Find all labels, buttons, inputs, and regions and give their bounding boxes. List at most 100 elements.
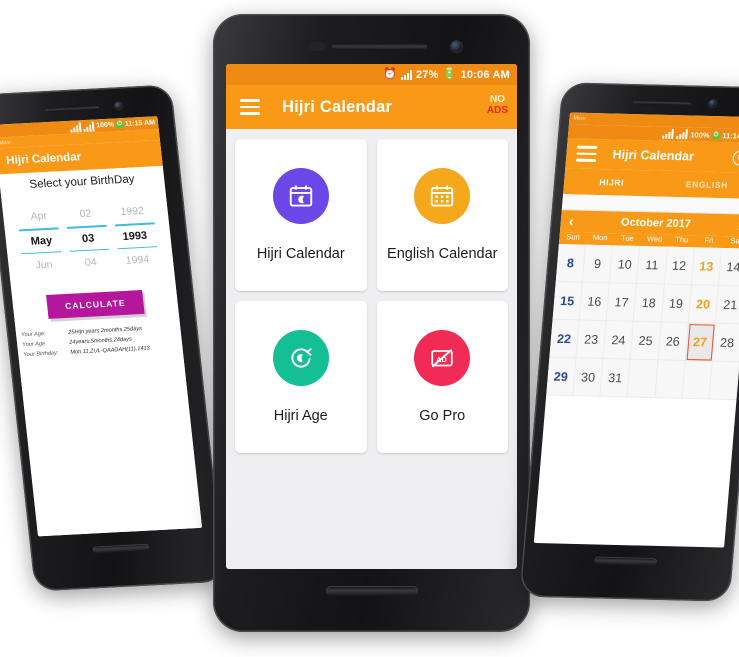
- center-app-bar: Hijri Calendar NO ADS: [226, 85, 517, 129]
- dow-fri: Fri: [704, 235, 714, 245]
- left-status-time: 11:15 AM: [124, 119, 156, 128]
- right-phone-speaker-grille: [594, 556, 657, 566]
- calendar-day-11[interactable]: 11: [637, 246, 668, 285]
- picker-month-selected[interactable]: May: [17, 234, 65, 248]
- left-notification-label: Miror: [0, 139, 12, 146]
- right-phone-mockup: Miror 100% ⏻ 11:14 AM Hijri Calendar ↻ H…: [519, 82, 739, 602]
- screenshot-stage: 100% ⏻ 11:15 AM Miror Hijri Calendar Sel…: [0, 0, 739, 657]
- dow-tue: Tue: [620, 233, 635, 243]
- picker-day-selected[interactable]: 03: [64, 231, 112, 245]
- center-phone-screen: ⏰ 27% 🔋 10:06 AM Hijri Calendar NO ADS H…: [226, 64, 517, 569]
- no-ads-button[interactable]: NO ADS: [487, 94, 508, 116]
- center-phone-speaker-grille: [326, 586, 418, 596]
- calendar-month-title: October 2017: [620, 216, 692, 231]
- calendar-day-23[interactable]: 23: [576, 320, 607, 359]
- alarm-icon: ⏰: [383, 68, 397, 80]
- card-label: Go Pro: [419, 408, 466, 424]
- card-hijri-age[interactable]: Hijri Age: [235, 301, 367, 453]
- calendar-day-16[interactable]: 16: [579, 282, 611, 322]
- calendar-day-31[interactable]: 31: [600, 358, 631, 398]
- card-go-pro[interactable]: AD Go Pro: [376, 301, 508, 453]
- calendar-day-24[interactable]: 24: [603, 321, 635, 360]
- no-ads-line1: NO: [489, 94, 505, 105]
- calendar-cell-empty: [654, 360, 686, 399]
- calendar-day-17[interactable]: 17: [606, 283, 638, 322]
- left-battery-percent: 100%: [95, 121, 115, 130]
- calendar-day-9[interactable]: 9: [582, 244, 614, 284]
- calendar-day-8[interactable]: 8: [555, 244, 587, 283]
- calendar-week-row: 29 30 31: [546, 357, 739, 401]
- signal-icon: [661, 128, 674, 139]
- calendar-day-18[interactable]: 18: [634, 283, 665, 323]
- chevron-left-icon[interactable]: ‹: [568, 213, 574, 230]
- dow-thu: Thu: [674, 234, 689, 245]
- result-key: Your Birthday:: [23, 350, 59, 359]
- hamburger-icon[interactable]: [575, 145, 598, 162]
- calendar-day-27[interactable]: 27: [685, 323, 716, 362]
- calendar-day-10[interactable]: 10: [610, 245, 641, 284]
- right-status-time: 11:14 AM: [721, 130, 739, 141]
- dow-sat: Sat: [730, 236, 739, 246]
- calendar-day-19[interactable]: 19: [661, 284, 692, 324]
- center-phone-proximity-sensor: [309, 42, 325, 51]
- card-label: English Calendar: [387, 246, 498, 262]
- calendar-week-row: 15 16 17 18 19 20 21: [552, 281, 739, 325]
- no-ads-line2: ADS: [486, 105, 508, 116]
- no-ads-icon: AD: [414, 330, 471, 386]
- calendar-grid: 8 9 10 11 12 13 14 15 16 17 18 19 20 21 22 23 24 25 26 27 28…: [546, 244, 739, 401]
- calendar-day-13[interactable]: 13: [691, 247, 722, 286]
- refresh-icon[interactable]: ↻: [732, 149, 739, 166]
- tab-hijri[interactable]: HIJRI: [564, 176, 660, 188]
- card-hijri-calendar[interactable]: Hijri Calendar: [235, 139, 367, 291]
- picker-month-below[interactable]: Jun: [20, 258, 68, 272]
- center-status-bar: ⏰ 27% 🔋 10:06 AM: [226, 64, 517, 85]
- calendar-day-26[interactable]: 26: [658, 322, 689, 361]
- right-phone-screen: Miror 100% ⏻ 11:14 AM Hijri Calendar ↻ H…: [533, 112, 739, 548]
- tab-english[interactable]: ENGLISH: [659, 179, 739, 191]
- calendar-cell-empty: [709, 361, 739, 401]
- right-app-title: Hijri Calendar: [611, 147, 695, 164]
- birthday-date-picker[interactable]: Apr 02 1992 May 03 1993 Jun 04 1994: [1, 188, 174, 279]
- dow-mon: Mon: [592, 232, 608, 243]
- signal-icon: [400, 69, 412, 80]
- calendar-day-30[interactable]: 30: [573, 358, 604, 397]
- battery-icon: ⏻: [712, 131, 720, 139]
- picker-year-below[interactable]: 1994: [113, 253, 161, 267]
- calendar-day-22[interactable]: 22: [549, 319, 580, 359]
- card-label: Hijri Calendar: [256, 246, 345, 262]
- calendar-week-row: 8 9 10 11 12 13 14: [555, 244, 739, 287]
- calendar-cell-empty: [682, 360, 713, 400]
- hijri-calendar-icon: [272, 168, 329, 224]
- english-calendar-icon: [414, 168, 471, 224]
- dow-wed: Wed: [646, 234, 663, 244]
- calendar-day-29[interactable]: 29: [546, 357, 577, 397]
- picker-year-above[interactable]: 1992: [108, 204, 156, 218]
- hijri-age-icon: [272, 330, 329, 386]
- center-app-title: Hijri Calendar: [282, 97, 393, 116]
- card-english-calendar[interactable]: English Calendar: [376, 139, 508, 291]
- calendar-day-12[interactable]: 12: [664, 246, 695, 286]
- picker-month-above[interactable]: Apr: [15, 209, 63, 223]
- calendar-cell-empty: [627, 359, 659, 399]
- center-battery-percent: 27%: [415, 68, 439, 81]
- picker-day-below[interactable]: 04: [67, 256, 115, 270]
- battery-icon: ⏻: [115, 121, 124, 129]
- calendar-day-14[interactable]: 14: [718, 247, 739, 287]
- picker-day-above[interactable]: 02: [62, 207, 110, 221]
- calendar-day-28[interactable]: 28: [712, 323, 739, 363]
- calendar-day-15[interactable]: 15: [552, 281, 583, 321]
- right-app-bar: Hijri Calendar ↻: [565, 138, 739, 173]
- signal-icon: [70, 121, 82, 133]
- calendar-day-25[interactable]: 25: [630, 321, 662, 361]
- signal-icon-2: [675, 129, 688, 140]
- center-phone-mockup: ⏰ 27% 🔋 10:06 AM Hijri Calendar NO ADS H…: [213, 14, 530, 632]
- right-notification-label: Miror: [573, 115, 587, 122]
- center-phone-front-camera: [451, 41, 462, 52]
- picker-year-selected[interactable]: 1993: [111, 229, 159, 243]
- hamburger-icon[interactable]: [240, 99, 260, 115]
- calculate-button[interactable]: CALCULATE: [46, 290, 145, 320]
- calendar-day-20[interactable]: 20: [688, 285, 719, 324]
- calendar-day-21[interactable]: 21: [715, 285, 739, 325]
- feature-card-grid: Hijri Calendar English Calendar Hijri Ag…: [226, 129, 517, 453]
- right-battery-percent: 100%: [689, 129, 710, 140]
